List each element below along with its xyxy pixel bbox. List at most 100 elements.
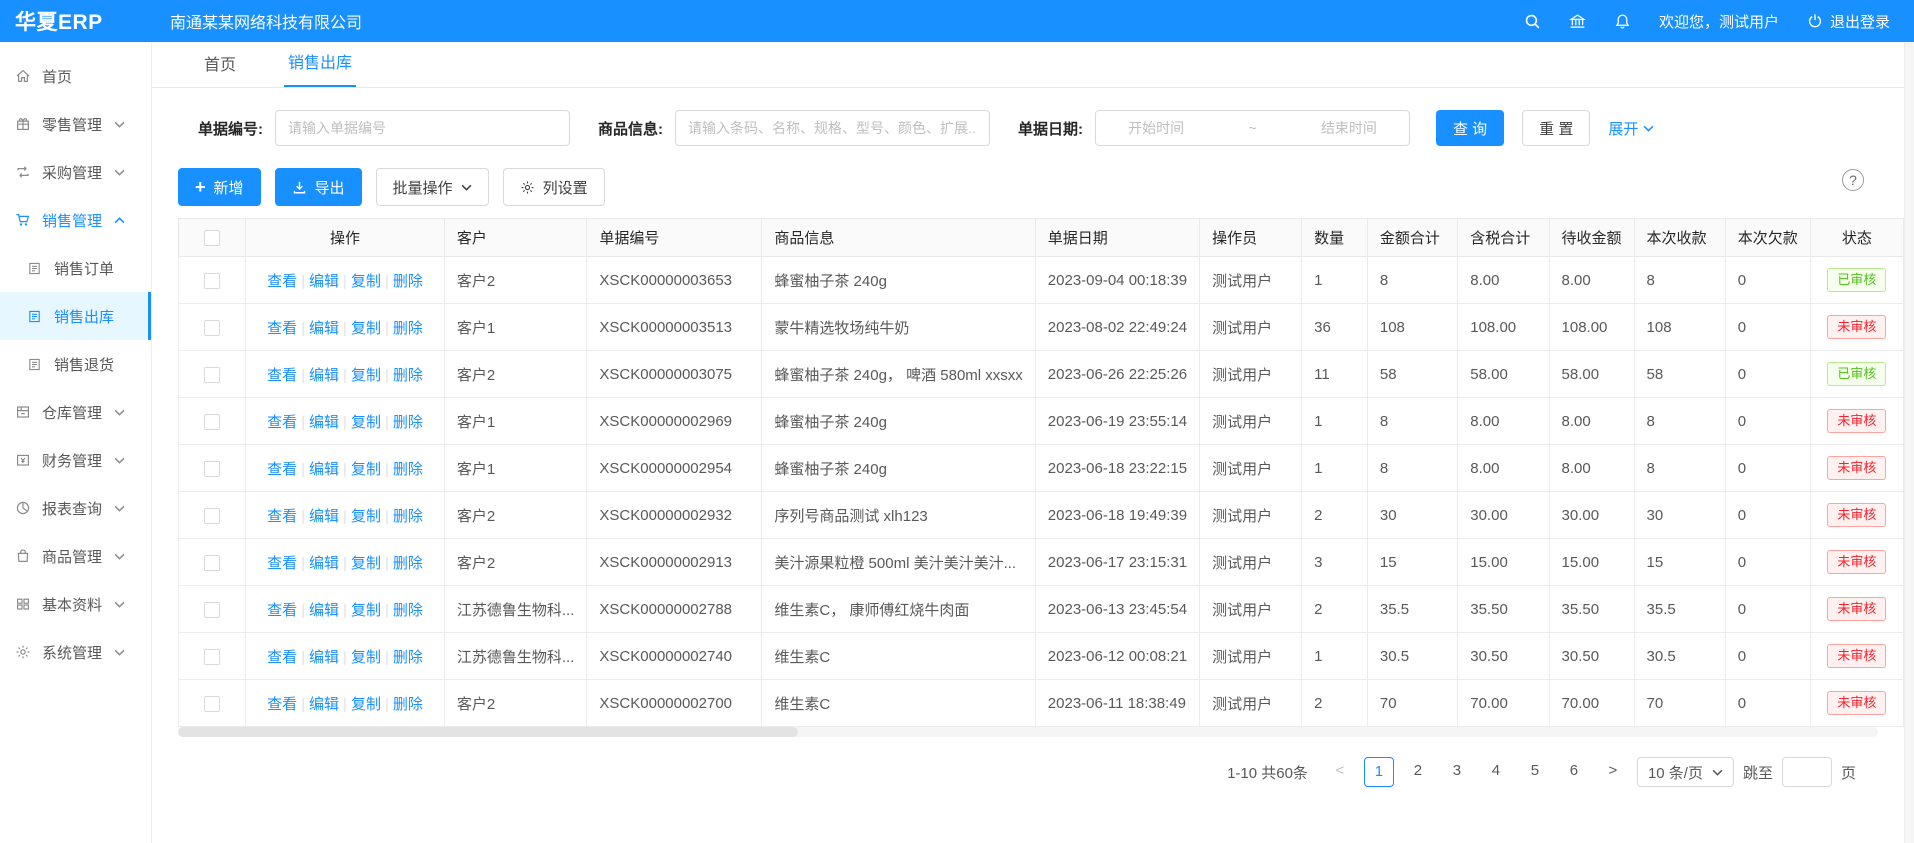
delete-link[interactable]: 删除 — [393, 461, 423, 478]
copy-link[interactable]: 复制 — [351, 367, 381, 384]
next-page-button[interactable]: > — [1598, 757, 1628, 787]
sidebar-item-report[interactable]: 报表查询 — [0, 484, 151, 532]
search-button[interactable]: 查 询 — [1436, 110, 1504, 146]
copy-link[interactable]: 复制 — [351, 273, 381, 290]
view-link[interactable]: 查看 — [267, 508, 297, 525]
row-checkbox[interactable] — [204, 602, 220, 618]
sidebar-item-label: 报表查询 — [42, 498, 102, 519]
page-size-select[interactable]: 10 条/页 — [1637, 757, 1734, 787]
bill-no-input[interactable] — [275, 110, 570, 146]
delete-link[interactable]: 删除 — [393, 649, 423, 666]
view-link[interactable]: 查看 — [267, 320, 297, 337]
view-link[interactable]: 查看 — [267, 414, 297, 431]
sidebar-item-warehouse[interactable]: 仓库管理 — [0, 388, 151, 436]
select-all-checkbox[interactable] — [204, 230, 220, 246]
row-checkbox[interactable] — [204, 320, 220, 336]
jump-page-input[interactable] — [1782, 757, 1832, 787]
edit-link[interactable]: 编辑 — [309, 649, 339, 666]
search-icon[interactable] — [1524, 13, 1541, 30]
row-checkbox[interactable] — [204, 414, 220, 430]
copy-link[interactable]: 复制 — [351, 649, 381, 666]
horizontal-scrollbar[interactable] — [178, 727, 1878, 737]
edit-link[interactable]: 编辑 — [309, 696, 339, 713]
page-button-3[interactable]: 3 — [1442, 757, 1472, 787]
edit-link[interactable]: 编辑 — [309, 320, 339, 337]
platform-icon[interactable] — [1569, 13, 1586, 30]
batch-actions-button[interactable]: 批量操作 — [376, 168, 489, 206]
sidebar-item-sales-return[interactable]: 销售退货 — [0, 340, 151, 388]
column-settings-button[interactable]: 列设置 — [503, 168, 605, 206]
edit-link[interactable]: 编辑 — [309, 414, 339, 431]
row-checkbox[interactable] — [204, 696, 220, 712]
delete-link[interactable]: 删除 — [393, 273, 423, 290]
date-range-picker[interactable]: 开始时间 ~ 结束时间 — [1095, 110, 1410, 146]
reset-button[interactable]: 重 置 — [1522, 110, 1590, 146]
sidebar-item-sales[interactable]: 销售管理 — [0, 196, 151, 244]
add-button[interactable]: + 新增 — [178, 168, 261, 206]
row-checkbox[interactable] — [204, 508, 220, 524]
delete-link[interactable]: 删除 — [393, 602, 423, 619]
edit-link[interactable]: 编辑 — [309, 461, 339, 478]
row-checkbox[interactable] — [204, 649, 220, 665]
delete-link[interactable]: 删除 — [393, 508, 423, 525]
sidebar-item-sales-order[interactable]: 销售订单 — [0, 244, 151, 292]
delete-link[interactable]: 删除 — [393, 555, 423, 572]
view-link[interactable]: 查看 — [267, 649, 297, 666]
edit-link[interactable]: 编辑 — [309, 273, 339, 290]
view-link[interactable]: 查看 — [267, 367, 297, 384]
sidebar-item-system[interactable]: 系统管理 — [0, 628, 151, 676]
date-start-placeholder[interactable]: 开始时间 — [1128, 118, 1184, 138]
delete-link[interactable]: 删除 — [393, 320, 423, 337]
previous-page-button[interactable]: < — [1325, 757, 1355, 787]
row-checkbox[interactable] — [204, 367, 220, 383]
sidebar-item-home[interactable]: 首页 — [0, 52, 151, 100]
edit-link[interactable]: 编辑 — [309, 602, 339, 619]
page-button-2[interactable]: 2 — [1403, 757, 1433, 787]
row-checkbox[interactable] — [204, 461, 220, 477]
expand-link[interactable]: 展开 — [1608, 118, 1654, 139]
row-checkbox[interactable] — [204, 273, 220, 289]
page-button-1[interactable]: 1 — [1364, 757, 1394, 787]
row-checkbox[interactable] — [204, 555, 220, 571]
tab-sales-outbound[interactable]: 销售出库 — [284, 49, 356, 87]
page-button-5[interactable]: 5 — [1520, 757, 1550, 787]
delete-link[interactable]: 删除 — [393, 414, 423, 431]
copy-link[interactable]: 复制 — [351, 602, 381, 619]
delete-link[interactable]: 删除 — [393, 367, 423, 384]
edit-link[interactable]: 编辑 — [309, 508, 339, 525]
scrollbar-thumb[interactable] — [178, 727, 798, 737]
vertical-scrollbar[interactable] — [1904, 42, 1914, 843]
copy-link[interactable]: 复制 — [351, 320, 381, 337]
edit-link[interactable]: 编辑 — [309, 367, 339, 384]
tab-home[interactable]: 首页 — [200, 51, 240, 87]
copy-link[interactable]: 复制 — [351, 555, 381, 572]
sidebar-item-sales-out[interactable]: 销售出库 — [0, 292, 151, 340]
bell-icon[interactable] — [1614, 13, 1631, 30]
logout-button[interactable]: 退出登录 — [1807, 11, 1890, 32]
edit-link[interactable]: 编辑 — [309, 555, 339, 572]
page-button-6[interactable]: 6 — [1559, 757, 1589, 787]
sidebar-item-basic[interactable]: 基本资料 — [0, 580, 151, 628]
sidebar-item-goods[interactable]: 商品管理 — [0, 532, 151, 580]
view-link[interactable]: 查看 — [267, 461, 297, 478]
copy-link[interactable]: 复制 — [351, 508, 381, 525]
copy-link[interactable]: 复制 — [351, 696, 381, 713]
sidebar-item-retail[interactable]: 零售管理 — [0, 100, 151, 148]
cell-number: XSCK00000002932 — [587, 492, 762, 539]
sidebar-item-finance[interactable]: 财务管理 — [0, 436, 151, 484]
cell-received: 108 — [1634, 304, 1725, 351]
export-button[interactable]: 导出 — [275, 168, 362, 206]
date-end-placeholder[interactable]: 结束时间 — [1321, 118, 1377, 138]
copy-link[interactable]: 复制 — [351, 414, 381, 431]
cell-operator: 测试用户 — [1200, 492, 1302, 539]
view-link[interactable]: 查看 — [267, 602, 297, 619]
view-link[interactable]: 查看 — [267, 696, 297, 713]
help-icon[interactable]: ? — [1842, 169, 1864, 191]
copy-link[interactable]: 复制 — [351, 461, 381, 478]
sidebar-item-purchase[interactable]: 采购管理 — [0, 148, 151, 196]
page-button-4[interactable]: 4 — [1481, 757, 1511, 787]
view-link[interactable]: 查看 — [267, 273, 297, 290]
delete-link[interactable]: 删除 — [393, 696, 423, 713]
view-link[interactable]: 查看 — [267, 555, 297, 572]
product-info-input[interactable] — [675, 110, 990, 146]
